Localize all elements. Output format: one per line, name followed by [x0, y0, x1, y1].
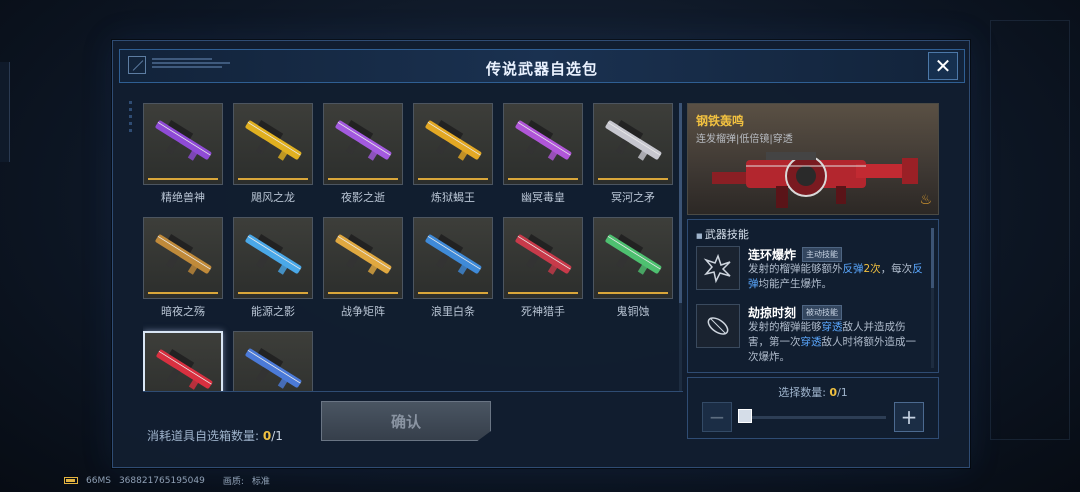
weapon-icon — [155, 120, 212, 161]
skill-name: 劫掠时刻 — [748, 306, 797, 320]
weapon-card[interactable]: 飓风之龙 — [233, 103, 313, 209]
grenade-launcher-image — [712, 152, 918, 208]
weapon-preview: 钢铁轰鸣 连发榴弹|低倍镜|穿透 ♨ — [687, 103, 939, 215]
decor-dots — [129, 101, 135, 132]
weapon-card[interactable]: 浪里白条 — [413, 217, 493, 323]
weapon-thumbnail — [143, 103, 223, 185]
skills-section: 武器技能 连环爆炸 主动技能 发射的榴弹能够额外反弹2次，每次反弹均能产生爆炸。… — [687, 219, 939, 373]
weapon-select-dialog: 传说武器自选包 ✕ 精绝兽神 飓风之龙 夜影之逝 炼狱蝎王 幽冥毒皇 冥河之矛暗夜之殇 能源… — [112, 40, 970, 468]
weapon-name-label: 鬼铜蚀 — [616, 305, 650, 318]
increase-button[interactable]: + — [894, 402, 924, 432]
fire-icon: ♨ — [919, 192, 932, 208]
skill-name: 连环爆炸 — [748, 248, 797, 262]
weapon-name: 钢铁轰鸣 — [696, 114, 745, 128]
weapon-name-label: 暗夜之殇 — [161, 305, 205, 318]
weapon-name-label: 能源之影 — [251, 305, 295, 318]
weapon-name-label: 炼狱蝎王 — [431, 191, 475, 204]
weapon-name-label: 幽冥毒皇 — [521, 191, 565, 204]
weapon-thumbnail — [413, 103, 493, 185]
weapon-icon — [245, 348, 302, 389]
weapon-name-label: 战争矩阵 — [341, 305, 385, 318]
skill-type-badge: 主动技能 — [802, 247, 842, 262]
weapon-icon — [335, 234, 392, 275]
weapon-icon — [605, 120, 662, 161]
weapon-thumbnail — [413, 217, 493, 299]
quality-value: 标准 — [251, 477, 270, 487]
skill-description: 发射的榴弹能够穿透敌人并造成伤害，第一次穿透敌人时将额外造成一次爆炸。 — [748, 321, 916, 363]
side-tab — [0, 62, 10, 162]
skills-title: 武器技能 — [696, 226, 749, 242]
divider — [143, 391, 683, 392]
weapon-icon — [515, 234, 572, 275]
battery-icon — [64, 477, 78, 484]
player-id: 368821765195049 — [118, 475, 205, 486]
weapon-icon — [515, 120, 572, 161]
dialog-header: 传说武器自选包 ✕ — [119, 49, 965, 83]
weapon-card[interactable]: 炼狱蝎王 — [413, 103, 493, 209]
confirm-button[interactable]: 确认 — [321, 401, 491, 441]
weapon-card[interactable]: 死神猎手 — [503, 217, 583, 323]
quantity-total: /1 — [837, 386, 848, 399]
weapon-icon — [425, 234, 482, 275]
slider-thumb[interactable] — [738, 409, 752, 423]
grenade-shell-icon — [696, 304, 740, 348]
quantity-slider[interactable] — [744, 416, 886, 419]
weapon-thumbnail — [593, 217, 673, 299]
quality-label: 画质: — [222, 477, 244, 487]
weapon-card[interactable]: 能源之影 — [233, 217, 313, 323]
weapon-name-label: 冥河之矛 — [611, 191, 655, 204]
weapon-name-label: 夜影之逝 — [341, 191, 385, 204]
weapon-icon — [425, 120, 482, 161]
weapon-name-label: 精绝兽神 — [161, 191, 205, 204]
weapon-icon — [155, 234, 212, 275]
weapon-card[interactable]: 夜影之逝 — [323, 103, 403, 209]
skill-description: 发射的榴弹能够额外反弹2次，每次反弹均能产生爆炸。 — [748, 263, 923, 290]
grid-scrollbar[interactable] — [679, 103, 682, 391]
decrease-button[interactable]: − — [702, 402, 732, 432]
weapon-detail-panel: 钢铁轰鸣 连发榴弹|低倍镜|穿透 ♨ 武器技能 — [687, 103, 939, 439]
weapon-thumbnail — [503, 217, 583, 299]
weapon-card[interactable]: 鬼铜蚀 — [593, 217, 673, 323]
explosion-icon — [696, 246, 740, 290]
weapon-card[interactable]: 冥河之矛 — [593, 103, 673, 209]
quantity-label: 选择数量: 0/1 — [778, 386, 848, 399]
consume-count: 消耗道具自选箱数量: 0/1 — [147, 427, 283, 444]
dialog-title: 传说武器自选包 — [485, 60, 598, 78]
weapon-icon — [156, 349, 213, 390]
quantity-selector: 选择数量: 0/1 − + — [687, 377, 939, 439]
weapon-thumbnail — [323, 217, 403, 299]
weapon-thumbnail — [233, 331, 313, 391]
close-button[interactable]: ✕ — [928, 52, 958, 80]
weapon-icon — [605, 234, 662, 275]
consume-label-text: 消耗道具自选箱数量: — [147, 429, 260, 443]
weapon-name-label: 浪里白条 — [431, 305, 475, 318]
weapon-name-label: 飓风之龙 — [251, 191, 295, 204]
weapon-card[interactable] — [233, 331, 313, 391]
weapon-thumbnail — [233, 217, 313, 299]
weapon-card[interactable]: 暗夜之殇 — [143, 217, 223, 323]
weapon-card[interactable]: 精绝兽神 — [143, 103, 223, 209]
consume-current: 0 — [262, 429, 272, 443]
weapon-icon — [335, 120, 392, 161]
background-panel — [990, 20, 1070, 440]
weapon-grid: 精绝兽神 飓风之龙 夜影之逝 炼狱蝎王 幽冥毒皇 冥河之矛暗夜之殇 能源之影 战争矩阵 浪里白条… — [143, 103, 683, 391]
skill-type-badge: 被动技能 — [802, 305, 842, 320]
weapon-thumbnail — [143, 217, 223, 299]
weapon-icon — [245, 120, 302, 161]
weapon-card[interactable]: 幽冥毒皇 — [503, 103, 583, 209]
skills-scrollbar[interactable] — [931, 228, 934, 368]
weapon-thumbnail — [233, 103, 313, 185]
status-bar: 66MS 368821765195049 画质: 标准 — [64, 474, 270, 487]
weapon-thumbnail — [323, 103, 403, 185]
weapon-thumbnail — [143, 331, 223, 391]
quantity-current: 0 — [829, 386, 838, 399]
weapon-thumbnail — [503, 103, 583, 185]
ping: 66MS — [86, 475, 111, 486]
weapon-card[interactable]: 战争矩阵 — [323, 217, 403, 323]
weapon-icon — [245, 234, 302, 275]
weapon-card[interactable] — [143, 331, 223, 391]
consume-total: /1 — [271, 429, 283, 443]
weapon-name-label: 死神猎手 — [521, 305, 565, 318]
weapon-thumbnail — [593, 103, 673, 185]
